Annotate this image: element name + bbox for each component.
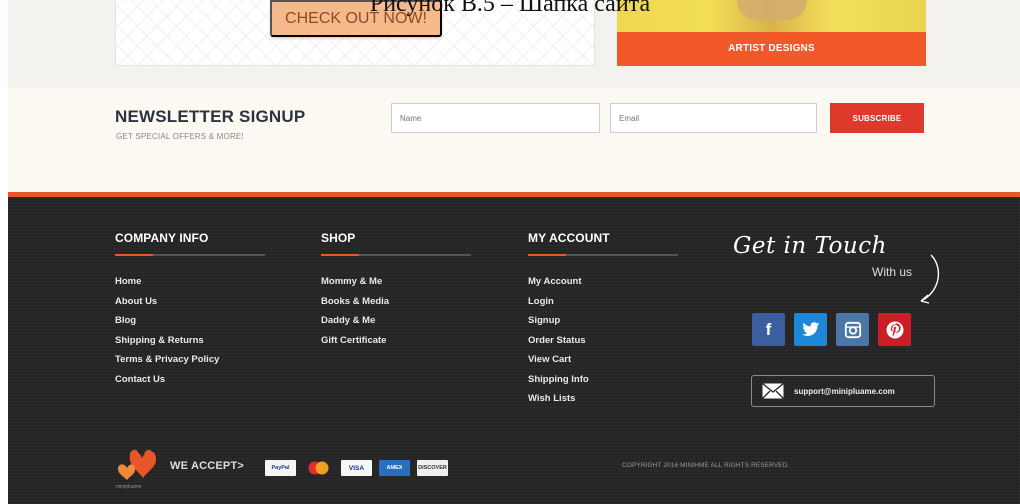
mastercard-icon [303,460,334,476]
copyright-text: COPYRIGHT 2016 MINIHME ALL RIGHTS RESERV… [622,462,790,469]
footer-link-home[interactable]: Home [115,272,265,292]
newsletter-title: NEWSLETTER SIGNUP [115,107,306,126]
support-email-box[interactable]: support@minipluame.com [751,375,935,407]
payment-methods: PayPal VISA AMEX DISCOVER [265,460,448,476]
pinterest-icon[interactable] [878,313,911,346]
footer-link-blog[interactable]: Blog [115,311,265,331]
footer-column-title: MY ACCOUNT [528,231,610,245]
page: Рисунок В.5 – Шапка сайта CHECK OUT NOW!… [0,0,1020,504]
footer-column-divider [321,254,471,256]
figure-caption: Рисунок В.5 – Шапка сайта [369,0,651,17]
footer-link-shipping-info[interactable]: Shipping Info [528,370,678,390]
instagram-icon[interactable] [836,313,869,346]
footer-link-terms-privacy[interactable]: Terms & Privacy Policy [115,350,265,370]
footer-column-divider [115,254,265,256]
visa-icon: VISA [341,460,372,476]
footer-link-signup[interactable]: Signup [528,311,678,331]
artist-designs-label: ARTIST DESIGNS [617,32,926,66]
facebook-icon[interactable]: f [752,313,785,346]
footer-bottom-bar: minipluame WE ACCEPT> PayPal VISA AMEX D… [8,440,1020,504]
footer-column-company-info: COMPANY INFO Home About Us Blog Shipping… [115,231,265,389]
footer-link-shipping-returns[interactable]: Shipping & Returns [115,331,265,351]
newsletter-signup: NEWSLETTER SIGNUP GET SPECIAL OFFERS & M… [8,88,1020,192]
footer-column-shop: SHOP Mommy & Me Books & Media Daddy & Me… [321,231,471,350]
footer-link-about-us[interactable]: About Us [115,292,265,312]
footer-column-title: SHOP [321,231,356,245]
footer-link-my-account[interactable]: My Account [528,272,678,292]
footer-link-view-cart[interactable]: View Cart [528,350,678,370]
support-email-link[interactable]: support@minipluame.com [794,387,895,396]
newsletter-email-input[interactable] [610,103,817,133]
subscribe-button[interactable]: SUBSCRIBE [830,103,924,133]
footer-column-my-account: MY ACCOUNT My Account Login Signup Order… [528,231,678,409]
newsletter-name-input[interactable] [391,103,600,133]
envelope-icon [762,383,784,399]
footer-column-divider [528,254,678,256]
we-accept-label: WE ACCEPT> [170,460,245,472]
site-footer: COMPANY INFO Home About Us Blog Shipping… [8,192,1020,504]
get-in-touch-heading: Get in Touch [733,233,887,259]
social-links: f [752,313,911,346]
paypal-icon: PayPal [265,460,296,476]
brand-logo-text: minipluame [116,484,142,490]
footer-link-daddy-me[interactable]: Daddy & Me [321,311,471,331]
footer-link-order-status[interactable]: Order Status [528,331,678,351]
discover-icon: DISCOVER [417,460,448,476]
newsletter-subtitle: GET SPECIAL OFFERS & MORE! [116,132,244,141]
footer-link-contact-us[interactable]: Contact Us [115,370,265,390]
footer-link-books-media[interactable]: Books & Media [321,292,471,312]
footer-link-wish-lists[interactable]: Wish Lists [528,389,678,409]
footer-link-mommy-me[interactable]: Mommy & Me [321,272,471,292]
get-in-touch-subheading: With us [872,265,913,279]
amex-icon: AMEX [379,460,410,476]
footer-link-gift-certificate[interactable]: Gift Certificate [321,331,471,351]
footer-link-login[interactable]: Login [528,292,678,312]
curved-arrow-icon [920,254,940,304]
twitter-icon[interactable] [794,313,827,346]
footer-column-title: COMPANY INFO [115,231,209,245]
